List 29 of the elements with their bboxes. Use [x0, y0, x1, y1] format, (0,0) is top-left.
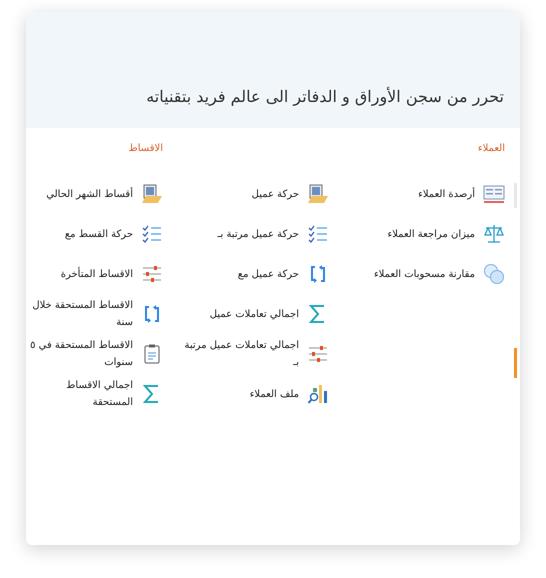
sliders-icon	[307, 343, 329, 365]
menu-item[interactable]: حركة عميل مع	[163, 254, 329, 294]
card-icon	[483, 183, 505, 205]
folder-icon	[307, 183, 329, 205]
checklist-icon	[141, 223, 163, 245]
menu-item[interactable]: حركة عميل مرتبة بـ	[163, 214, 329, 254]
sliders-icon	[141, 263, 163, 285]
menu-item[interactable]: حركة القسط مع	[26, 214, 163, 254]
menu-item[interactable]: ميزان مراجعة العملاء	[329, 214, 505, 254]
menu-item[interactable]: اجمالي تعاملات عميل مرتبة بـ	[163, 334, 329, 374]
menu-item[interactable]: اجمالي تعاملات عميل	[163, 294, 329, 334]
header-title: تحرر من سجن الأوراق و الدفاتر الى عالم فريد بتقنياته	[146, 87, 504, 106]
chart-search-icon	[307, 383, 329, 405]
coins-icon	[483, 263, 505, 285]
section-heading: العملاء	[476, 142, 505, 156]
folder-icon	[141, 183, 163, 205]
menu-item[interactable]: أرصدة العملاء	[329, 174, 505, 214]
menu-item[interactable]: الاقساط المتأخرة	[26, 254, 163, 294]
menu-item[interactable]: أقساط الشهر الحالي	[26, 174, 163, 214]
menu-item[interactable]: حركة عميل	[163, 174, 329, 214]
menu-item[interactable]: مقارنة مسحوبات العملاء	[329, 254, 505, 294]
menu-item[interactable]: الاقساط المستحقة في ٥ سنوات	[26, 334, 163, 374]
scrollbar-thumb[interactable]	[514, 348, 517, 378]
section-heading: الاقساط	[128, 142, 163, 156]
menu-item[interactable]: ملف العملاء	[163, 374, 329, 414]
menu-item[interactable]: اجمالي الاقساط المستحقة	[26, 374, 163, 414]
menu-item[interactable]: الاقساط المستحقة خلال سنة	[26, 294, 163, 334]
checklist-icon	[307, 223, 329, 245]
scales-icon	[483, 223, 505, 245]
